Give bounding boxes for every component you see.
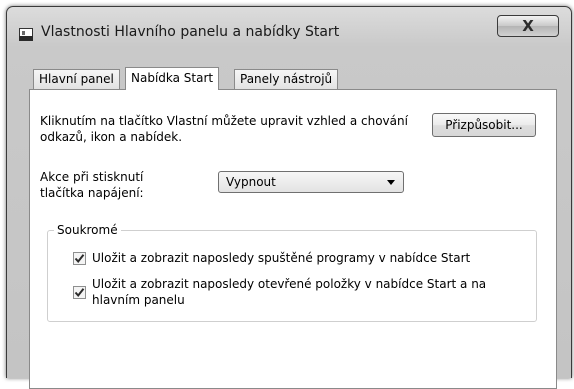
taskbar-icon — [19, 28, 33, 41]
recent-programs-label: Uložit a zobrazit naposledy spuštěné pro… — [92, 251, 471, 265]
power-button-label: Akce při stisknutí tlačítka napájení: — [40, 170, 144, 200]
recent-items-label: Uložit a zobrazit naposledy otevřené pol… — [92, 277, 487, 307]
customize-description: Kliknutím na tlačítko Vlastní můžete upr… — [40, 114, 408, 144]
tab-strip: Hlavní panel Nabídka Start Panely nástro… — [29, 67, 529, 90]
recent-programs-checkbox[interactable] — [73, 252, 86, 265]
privacy-legend: Soukromé — [54, 222, 121, 238]
power-action-value: Vypnout — [226, 175, 276, 189]
checkmark-icon — [74, 288, 85, 298]
customize-button[interactable]: Přizpůsobit... — [432, 113, 536, 137]
properties-window: Vlastnosti Hlavního panelu a nabídky Sta… — [6, 6, 572, 389]
tab-start-menu[interactable]: Nabídka Start — [125, 67, 220, 90]
close-icon: X — [522, 17, 534, 35]
close-button[interactable]: X — [497, 15, 559, 37]
chevron-down-icon — [387, 180, 395, 185]
tab-taskbar[interactable]: Hlavní panel — [33, 69, 120, 89]
window-title: Vlastnosti Hlavního panelu a nabídky Sta… — [41, 24, 340, 40]
checkmark-icon — [74, 254, 85, 264]
start-menu-panel: Kliknutím na tlačítko Vlastní můžete upr… — [29, 89, 557, 389]
recent-items-checkbox[interactable] — [73, 286, 86, 299]
tab-toolbars[interactable]: Panely nástrojů — [234, 69, 339, 89]
power-action-select[interactable]: Vypnout — [218, 171, 404, 193]
